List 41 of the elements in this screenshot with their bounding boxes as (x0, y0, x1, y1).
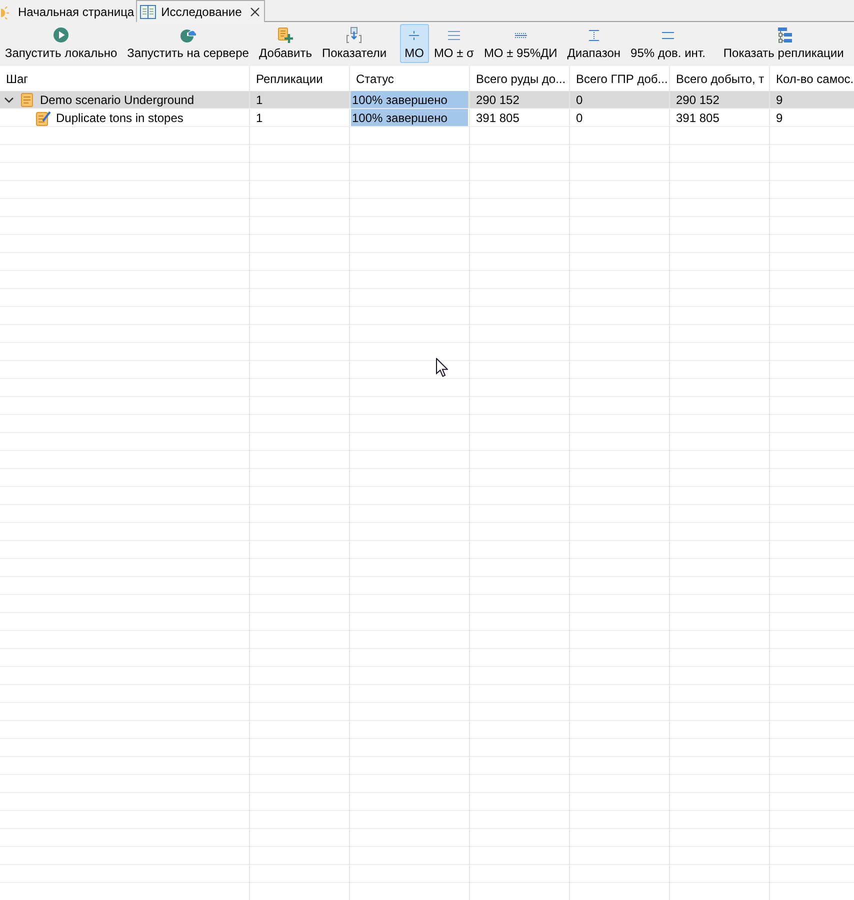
table-cell: 290 152 (670, 91, 770, 108)
book-icon (140, 4, 156, 18)
tree-row[interactable]: Demo scenario Underground 1 100% завершено 290 152 0 290 152 9 (0, 91, 854, 109)
table-cell: 0 (570, 109, 670, 126)
mean-button[interactable]: МО (400, 24, 429, 63)
scroll-icon (19, 92, 35, 108)
show-replications-button[interactable]: Показать репликации (718, 24, 849, 63)
play-icon (53, 27, 70, 43)
run-on-server-button[interactable]: Запустить на сервере (122, 24, 254, 63)
tree-row[interactable]: Duplicate tons in stopes 1 100% завершено 391 805 0 391 805 9 (0, 109, 854, 127)
confidence-interval-button[interactable]: 95% дов. инт. (626, 24, 710, 63)
indicators-button[interactable]: Показатели (316, 24, 392, 63)
add-button[interactable]: Добавить (254, 24, 317, 63)
scroll-plus-icon (277, 27, 294, 43)
status-text: 100% завершено (351, 110, 448, 124)
chevron-icon[interactable] (4, 94, 14, 104)
table-cell-text: 9 (775, 110, 784, 126)
sun-icon (1, 4, 9, 20)
table-cell: 1 (250, 109, 350, 126)
status-text: 100% завершено (351, 92, 448, 106)
range-button[interactable]: Диапазон (562, 24, 626, 63)
table-cell: 391 805 (470, 109, 570, 126)
close-icon[interactable] (250, 6, 260, 16)
scroll-pencil-icon (35, 110, 51, 126)
column-header[interactable]: Кол-во самос. (770, 66, 854, 91)
table-cell: 0 (570, 91, 670, 108)
step-name: Duplicate tons in stopes (56, 110, 184, 124)
mean-ci-button[interactable]: МО ± 95%ДИ (478, 24, 562, 63)
cloud-icon (180, 27, 196, 43)
tab[interactable]: Начальная страница (0, 0, 136, 22)
step-name: Demo scenario Underground (40, 92, 194, 106)
run-locally-button[interactable]: Запустить локально (0, 24, 122, 63)
table-cell: 391 805 (670, 109, 770, 126)
mean-sd-button[interactable]: МО ± σ (428, 24, 479, 63)
table-cell: 1 (250, 91, 350, 108)
tab[interactable]: Исследование (136, 0, 265, 22)
table-cell-text: 9 (775, 92, 784, 108)
mouse-pointer-icon (436, 358, 448, 377)
box-arrow-icon (346, 27, 362, 43)
table-cell: 290 152 (470, 91, 570, 108)
tree-icon (776, 27, 792, 43)
